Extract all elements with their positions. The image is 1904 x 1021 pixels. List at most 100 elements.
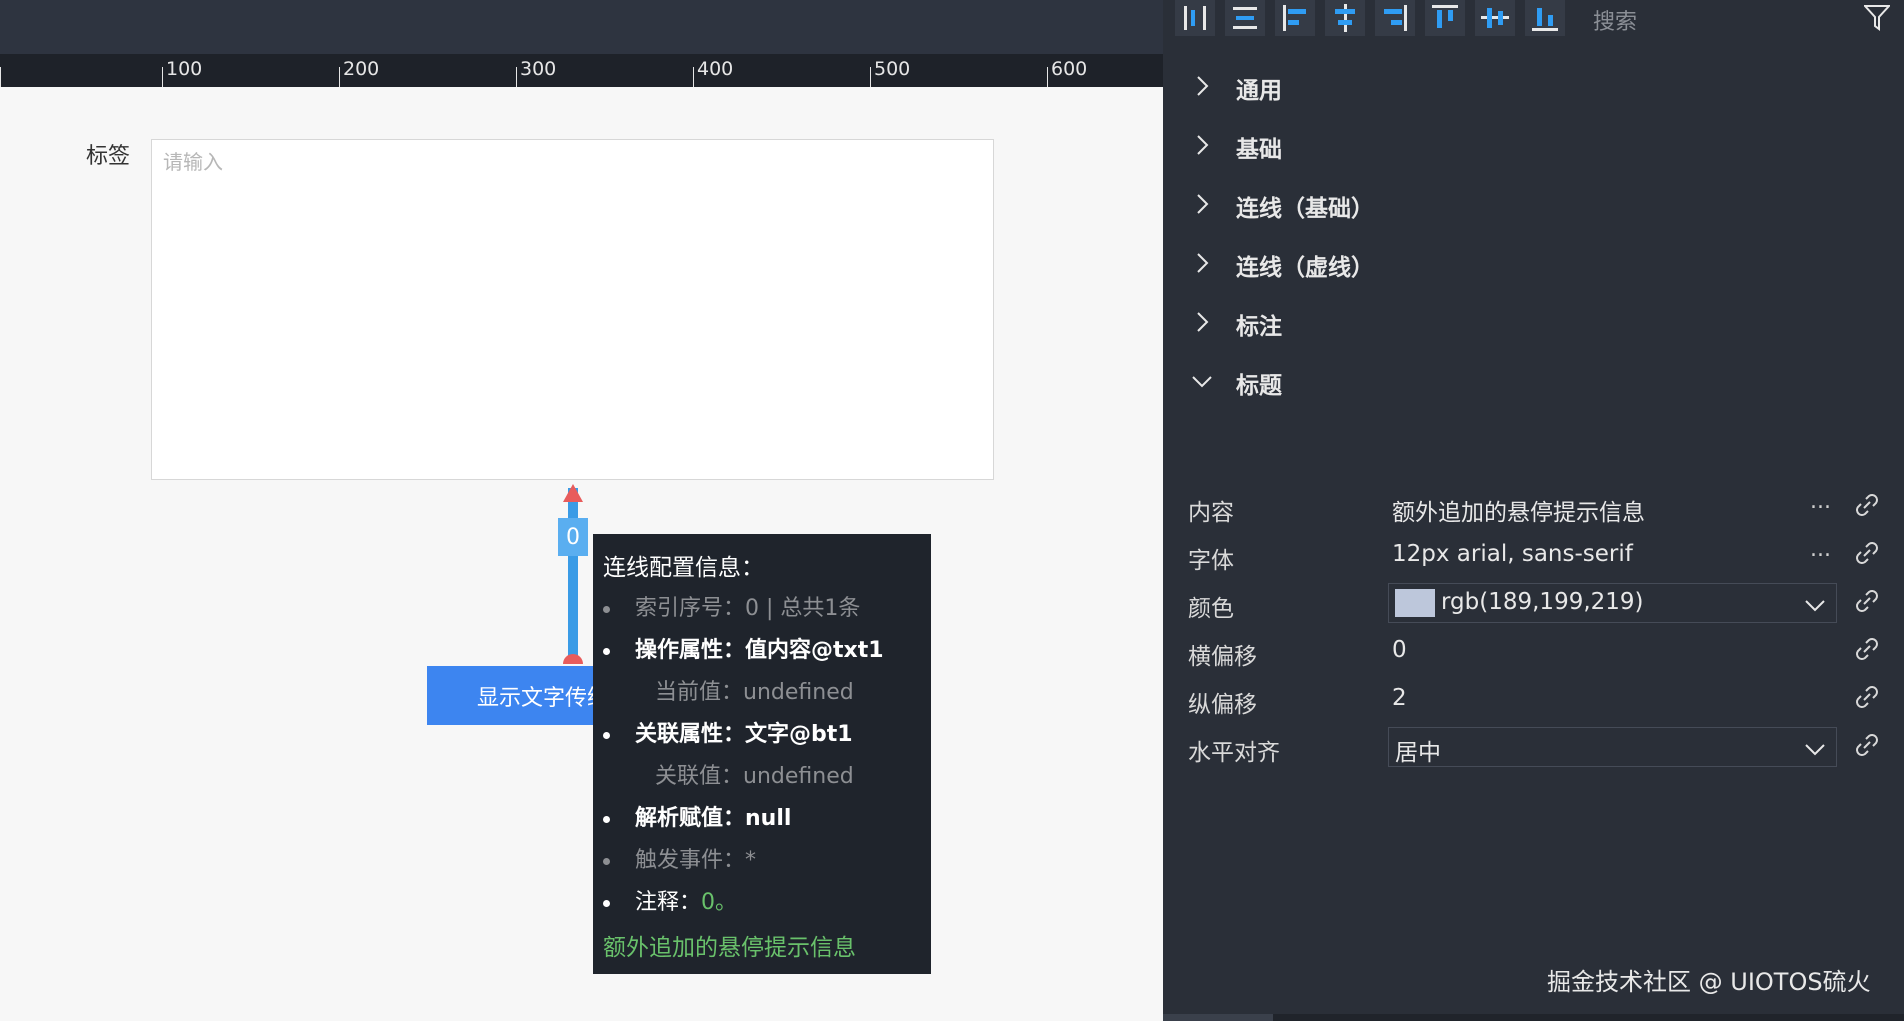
ruler-tick — [0, 67, 1, 87]
tooltip-title: 连线配置信息： — [603, 555, 764, 581]
tooltip-row: 注释：0。 — [603, 882, 921, 924]
section-header[interactable]: 通用 — [1163, 61, 1904, 111]
tooltip-note: 注释：0。 — [635, 882, 737, 924]
ruler-tick — [693, 67, 694, 87]
section-header[interactable]: 标题 — [1163, 356, 1904, 406]
tooltip-row: 索引序号：0 | 总共1条 — [603, 588, 921, 630]
more-button[interactable]: ... — [1810, 489, 1831, 514]
section-header[interactable]: 标注 — [1163, 297, 1904, 347]
prop-label-color: 颜色 — [1188, 596, 1234, 622]
text-area-widget[interactable]: 请输入 — [151, 139, 994, 480]
distribute-vertical-icon[interactable] — [1225, 0, 1265, 36]
chevron-right-icon[interactable] — [1191, 252, 1213, 274]
prop-label-offset-x: 横偏移 — [1188, 644, 1257, 670]
color-swatch[interactable] — [1395, 589, 1435, 617]
chevron-down-icon[interactable] — [1804, 594, 1826, 616]
prop-value-offset-x[interactable]: 0 — [1392, 637, 1407, 663]
link-icon[interactable] — [1853, 491, 1881, 519]
tooltip-row: 操作属性：值内容@txt1 — [603, 630, 921, 672]
link-icon[interactable] — [1853, 539, 1881, 567]
link-icon[interactable] — [1853, 635, 1881, 663]
ruler-tick — [339, 67, 340, 87]
prop-value-content[interactable]: 额外追加的悬停提示信息 — [1392, 493, 1645, 527]
connection-tooltip: 连线配置信息： 索引序号：0 | 总共1条 操作属性：值内容@txt1 当前值：un… — [593, 534, 931, 974]
tooltip-rows: 索引序号：0 | 总共1条 操作属性：值内容@txt1 当前值：undefined 关… — [603, 588, 921, 924]
link-icon[interactable] — [1853, 683, 1881, 711]
tooltip-row-text: 关联值：undefined — [655, 764, 854, 789]
color-select[interactable]: rgb(189,199,219) — [1388, 583, 1837, 623]
chevron-right-icon[interactable] — [1191, 311, 1213, 333]
ruler-tick-label: 300 — [520, 58, 557, 80]
tooltip-row-text: 关联属性：文字@bt1 — [635, 722, 853, 747]
chevron-down-icon[interactable] — [1191, 370, 1213, 392]
connection-index-badge[interactable]: 0 — [558, 518, 588, 556]
connection-arrow-head[interactable] — [563, 484, 583, 502]
bullet-icon — [603, 648, 610, 655]
link-icon[interactable] — [1853, 587, 1881, 615]
tooltip-row-text: 当前值：undefined — [655, 680, 854, 705]
section-header[interactable]: 连线（虚线） — [1163, 238, 1904, 288]
h-align-select[interactable]: 居中 — [1388, 727, 1837, 767]
horizontal-scrollbar[interactable] — [1163, 1014, 1904, 1021]
prop-row-content: 内容 额外追加的悬停提示信息 ... — [1163, 487, 1904, 529]
align-middle-icon[interactable] — [1475, 0, 1515, 36]
section-label: 标题 — [1236, 373, 1282, 399]
section-label: 标注 — [1236, 314, 1282, 340]
tooltip-row: 当前值：undefined — [603, 672, 921, 714]
bullet-icon — [603, 732, 610, 739]
align-left-icon[interactable] — [1275, 0, 1315, 36]
tooltip-note-label: 注释： — [635, 890, 702, 915]
connection-line[interactable] — [568, 488, 578, 660]
tooltip-row: 触发事件：* — [603, 840, 921, 882]
property-panel: 搜索 通用基础连线（基础） 连线（虚线） 标注标题 内容 额外追加的悬停提示信息 .… — [1163, 0, 1904, 1021]
tooltip-row: 解析赋值：null — [603, 798, 921, 840]
tooltip-row-text: 触发事件：* — [635, 848, 757, 873]
prop-label-font: 字体 — [1188, 548, 1234, 574]
section-label: 连线（基础） — [1236, 196, 1374, 222]
section-label: 连线（虚线） — [1236, 255, 1374, 281]
prop-label-offset-y: 纵偏移 — [1188, 692, 1257, 718]
ruler-tick — [516, 67, 517, 87]
textarea-placeholder: 请输入 — [163, 150, 223, 174]
bullet-icon — [603, 816, 610, 823]
h-align-value: 居中 — [1395, 740, 1441, 766]
field-label: 标签 — [86, 144, 131, 169]
align-right-icon[interactable] — [1375, 0, 1415, 36]
ruler-tick-label: 100 — [166, 58, 203, 80]
color-value: rgb(189,199,219) — [1441, 589, 1644, 615]
chevron-right-icon[interactable] — [1191, 134, 1213, 156]
align-bottom-icon[interactable] — [1525, 0, 1565, 36]
tooltip-row: 关联属性：文字@bt1 — [603, 714, 921, 756]
tooltip-row: 关联值：undefined — [603, 756, 921, 798]
bullet-icon — [603, 606, 610, 613]
connection-anchor[interactable] — [563, 654, 583, 664]
tooltip-footer: 额外追加的悬停提示信息 — [603, 935, 856, 961]
filter-icon[interactable] — [1862, 4, 1892, 32]
align-top-icon[interactable] — [1425, 0, 1465, 36]
more-button[interactable]: ... — [1810, 537, 1831, 562]
section-label: 基础 — [1236, 137, 1282, 163]
prop-row-color: 颜色 rgb(189,199,219) — [1163, 583, 1904, 625]
chevron-right-icon[interactable] — [1191, 193, 1213, 215]
tooltip-row-text: 操作属性：值内容@txt1 — [635, 638, 884, 663]
section-header[interactable]: 连线（基础） — [1163, 179, 1904, 229]
distribute-horizontal-icon[interactable] — [1175, 0, 1215, 36]
link-icon[interactable] — [1853, 731, 1881, 759]
chevron-right-icon[interactable] — [1191, 75, 1213, 97]
prop-value-offset-y[interactable]: 2 — [1392, 685, 1407, 711]
prop-row-offset-y: 纵偏移 2 — [1163, 679, 1904, 721]
ruler-tick-label: 200 — [343, 58, 380, 80]
prop-row-h-align: 水平对齐 居中 — [1163, 727, 1904, 769]
ruler-tick — [1047, 67, 1048, 87]
design-canvas[interactable]: 100 200 300 400 500 600 标签 请输入 0 显示文字传给 … — [0, 0, 1163, 1021]
canvas-top-bar — [0, 0, 1163, 54]
scrollbar-thumb[interactable] — [1163, 1014, 1273, 1021]
section-header[interactable]: 基础 — [1163, 120, 1904, 170]
align-center-icon[interactable] — [1325, 0, 1365, 36]
search-input[interactable]: 搜索 — [1593, 4, 1637, 36]
chevron-down-icon[interactable] — [1804, 738, 1826, 760]
section-label: 通用 — [1236, 78, 1282, 104]
align-toolbar: 搜索 — [1163, 0, 1904, 38]
prop-value-font[interactable]: 12px arial, sans-serif — [1392, 541, 1633, 567]
tooltip-row-text: 索引序号：0 | 总共1条 — [635, 596, 861, 621]
